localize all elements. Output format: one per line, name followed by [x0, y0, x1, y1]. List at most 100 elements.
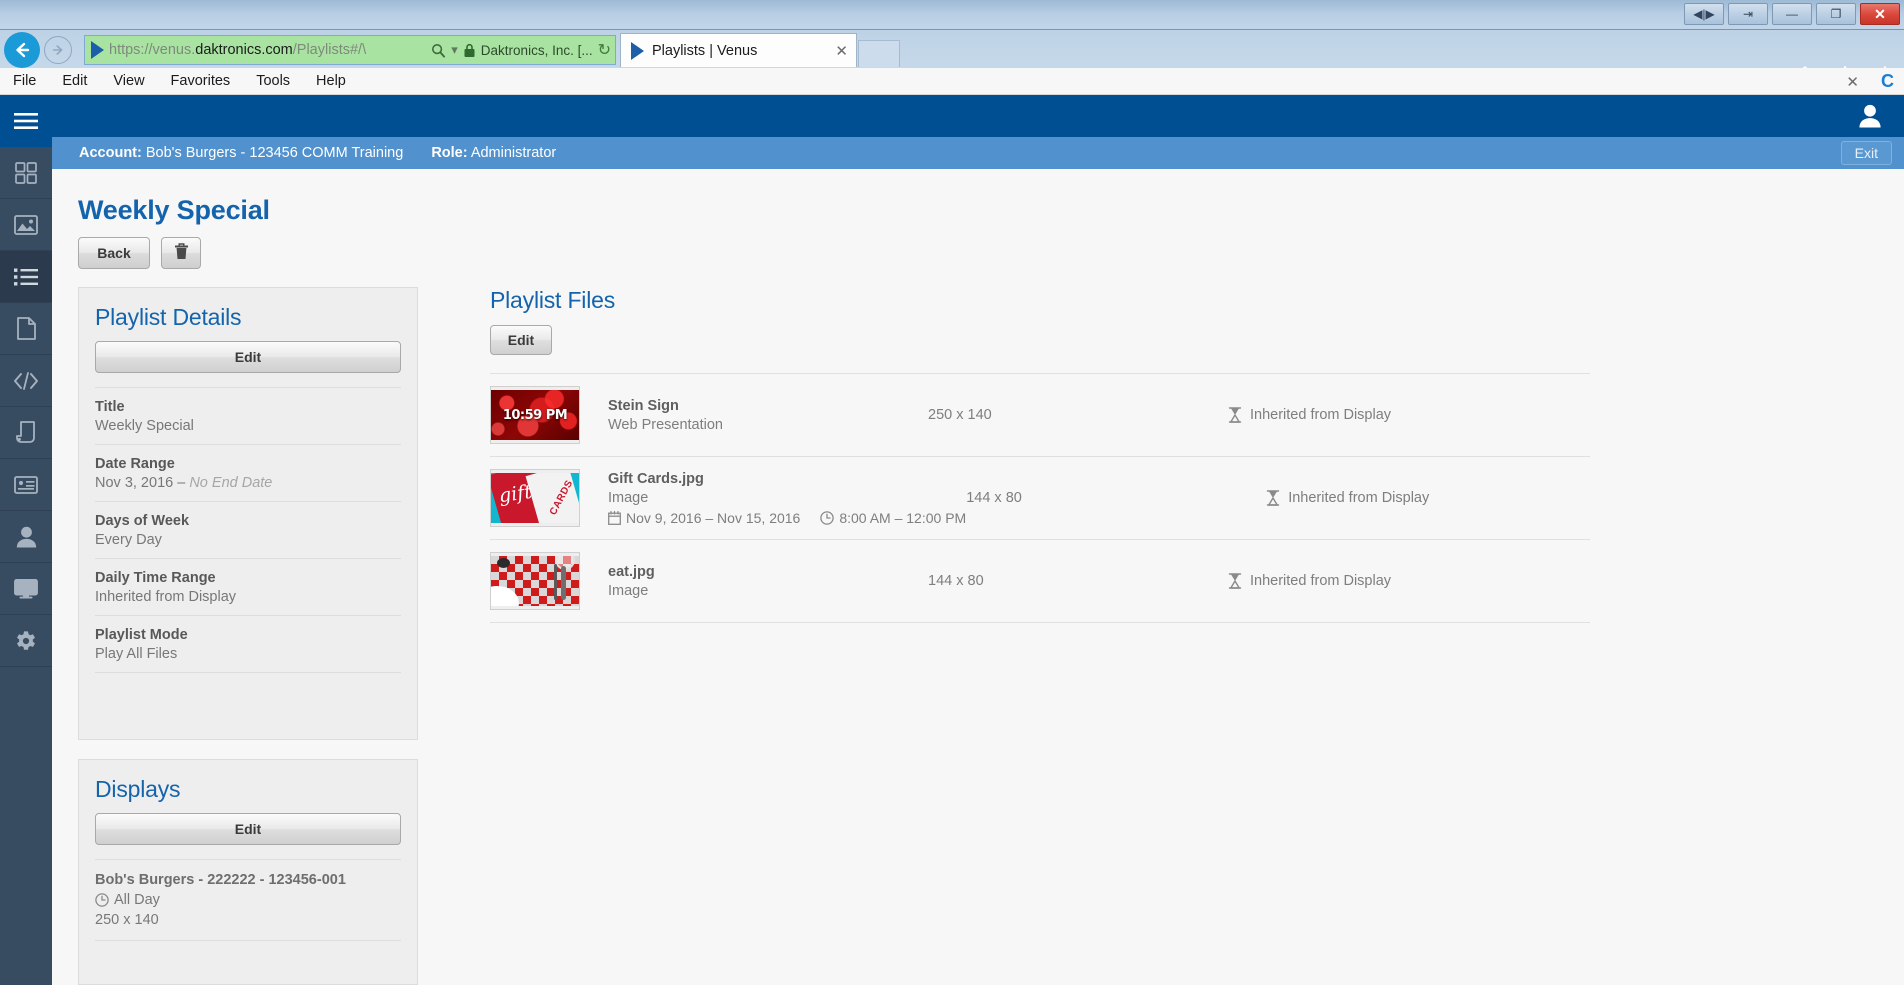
close-button[interactable]: ✕ — [1860, 3, 1900, 25]
account-label: Account: — [79, 145, 142, 161]
forward-button[interactable] — [44, 36, 72, 64]
hamburger-icon — [14, 112, 38, 130]
file-time-range: 8:00 AM – 12:00 PM — [839, 509, 967, 526]
address-bar[interactable]: https://venus.daktronics.com/Playlists#/… — [84, 35, 616, 65]
file-type: Web Presentation — [608, 416, 723, 433]
menu-view[interactable]: View — [100, 73, 157, 89]
menu-close-icon[interactable]: ✕ — [1846, 73, 1859, 91]
account-info: Account: Bob's Burgers - 123456 COMM Tra… — [79, 145, 403, 161]
playlist-files-section: Playlist Files Edit 10:59 PM Stein Sign … — [490, 287, 1590, 623]
new-tab-button[interactable] — [858, 40, 900, 67]
file-meta: Stein Sign Web Presentation — [608, 398, 928, 433]
account-bar: Account: Bob's Burgers - 123456 COMM Tra… — [52, 137, 1904, 169]
restore-split-button[interactable]: ◀|▶ — [1684, 3, 1724, 25]
sidebar-item-menu-toggle[interactable] — [0, 95, 52, 147]
sidebar-item-dashboard[interactable] — [0, 147, 52, 199]
menu-bar: File Edit View Favorites Tools Help ✕ C — [0, 68, 1904, 95]
exit-button[interactable]: Exit — [1840, 141, 1892, 165]
menu-bar-right: ✕ C — [1846, 68, 1894, 95]
id-card-icon — [14, 475, 38, 494]
playlist-files-table: 10:59 PM Stein Sign Web Presentation 250… — [490, 373, 1590, 623]
tab-close-icon[interactable]: ✕ — [835, 42, 848, 60]
code-icon — [13, 371, 39, 390]
monitor-icon — [14, 578, 38, 599]
user-avatar-icon[interactable] — [1858, 104, 1882, 133]
detail-row: Date Range Nov 3, 2016 – No End Date — [95, 444, 401, 501]
site-identity[interactable]: Daktronics, Inc. [... — [481, 43, 593, 58]
sidebar-item-documents[interactable] — [0, 303, 52, 355]
back-button[interactable] — [4, 32, 40, 68]
search-icon[interactable] — [431, 43, 446, 58]
lock-icon — [463, 43, 476, 58]
file-date-time: Nov 9, 2016 – Nov 15, 2016 8:00 AM – 12:… — [608, 510, 966, 526]
list-item[interactable]: Bob's Burgers - 222222 - 123456-001 All … — [95, 859, 401, 940]
compatibility-icon[interactable]: C — [1881, 71, 1894, 92]
sidebar-item-cards[interactable] — [0, 459, 52, 511]
displays-list-end-divider — [95, 940, 401, 941]
display-schedule: All Day — [95, 892, 401, 908]
detail-row: Daily Time Range Inherited from Display — [95, 558, 401, 615]
table-row[interactable]: eat.jpg Image 144 x 80 Inherited from Di… — [490, 540, 1590, 623]
file-size: 250 x 140 — [928, 407, 992, 423]
table-row[interactable]: 10:59 PM Stein Sign Web Presentation 250… — [490, 374, 1590, 457]
browser-toolbar: https://venus.daktronics.com/Playlists#/… — [0, 30, 1904, 85]
detail-label: Days of Week — [95, 513, 190, 529]
hourglass-icon — [1228, 407, 1242, 423]
thumbnail-clock-text: 10:59 PM — [502, 407, 568, 423]
address-url: https://venus.daktronics.com/Playlists#/… — [109, 42, 367, 58]
gear-icon — [15, 630, 37, 652]
sidebar-item-html-content[interactable] — [0, 355, 52, 407]
detail-row: Title Weekly Special — [95, 387, 401, 444]
detail-label: Playlist Mode — [95, 627, 188, 643]
file-schedule: Inherited from Display — [1228, 407, 1590, 423]
playlist-details-panel: Playlist Details Edit Title Weekly Speci… — [78, 287, 418, 740]
menu-edit[interactable]: Edit — [49, 73, 100, 89]
browser-tab[interactable]: Playlists | Venus ✕ — [620, 33, 857, 67]
file-name: eat.jpg — [608, 563, 655, 580]
minimize-button[interactable]: — — [1772, 3, 1812, 25]
playlist-files-edit-button[interactable]: Edit — [490, 325, 552, 355]
tab-favicon-icon — [631, 41, 644, 60]
file-type: Image — [608, 582, 649, 599]
sidebar-item-displays[interactable] — [0, 563, 52, 615]
menu-help[interactable]: Help — [303, 73, 359, 89]
app-header — [52, 95, 1904, 137]
detach-button[interactable]: ⇥ — [1728, 3, 1768, 25]
role-value: Administrator — [470, 145, 557, 161]
menu-favorites[interactable]: Favorites — [158, 73, 244, 89]
file-schedule: Inherited from Display — [1228, 573, 1590, 589]
sidebar-item-scripts[interactable] — [0, 407, 52, 459]
role-label: Role: — [431, 145, 468, 161]
window-controls: ◀|▶ ⇥ — ❐ ✕ — [1684, 3, 1900, 25]
address-dropdown-icon[interactable]: ▾ — [451, 42, 458, 58]
playlist-details-edit-button[interactable]: Edit — [95, 341, 401, 373]
detail-value: Play All Files — [95, 646, 178, 662]
menu-file[interactable]: File — [0, 73, 49, 89]
maximize-button[interactable]: ❐ — [1816, 3, 1856, 25]
sidebar-item-media[interactable] — [0, 199, 52, 251]
file-schedule-text: Inherited from Display — [1250, 573, 1392, 589]
file-name: Stein Sign — [608, 397, 679, 414]
table-row[interactable]: gift CARDS Gift Cards.jpg Image Nov 9, 20… — [490, 457, 1590, 540]
calendar-icon — [608, 510, 621, 525]
sidebar-item-users[interactable] — [0, 511, 52, 563]
menu-tools[interactable]: Tools — [243, 73, 303, 89]
detail-value: Inherited from Display — [95, 589, 237, 605]
detail-label: Daily Time Range — [95, 570, 216, 586]
sidebar-item-playlists[interactable] — [0, 251, 52, 303]
displays-edit-button[interactable]: Edit — [95, 813, 401, 845]
page-title: Weekly Special — [78, 195, 270, 225]
forward-arrow-icon — [52, 45, 63, 55]
sidebar-item-settings[interactable] — [0, 615, 52, 667]
detail-value: Every Day — [95, 532, 162, 548]
clock-icon — [95, 893, 109, 907]
file-schedule: Inherited from Display — [1266, 490, 1590, 506]
playlist-files-heading: Playlist Files — [490, 287, 616, 313]
playlist-details-heading: Playlist Details — [95, 304, 242, 330]
back-button[interactable]: Back — [78, 237, 150, 269]
window-titlebar: ◀|▶ ⇥ — ❐ ✕ — [0, 0, 1904, 30]
displays-list: Bob's Burgers - 222222 - 123456-001 All … — [95, 859, 401, 941]
browser-logo-icon — [91, 41, 104, 59]
delete-button[interactable] — [161, 237, 201, 269]
refresh-icon[interactable]: ↻ — [598, 40, 611, 60]
